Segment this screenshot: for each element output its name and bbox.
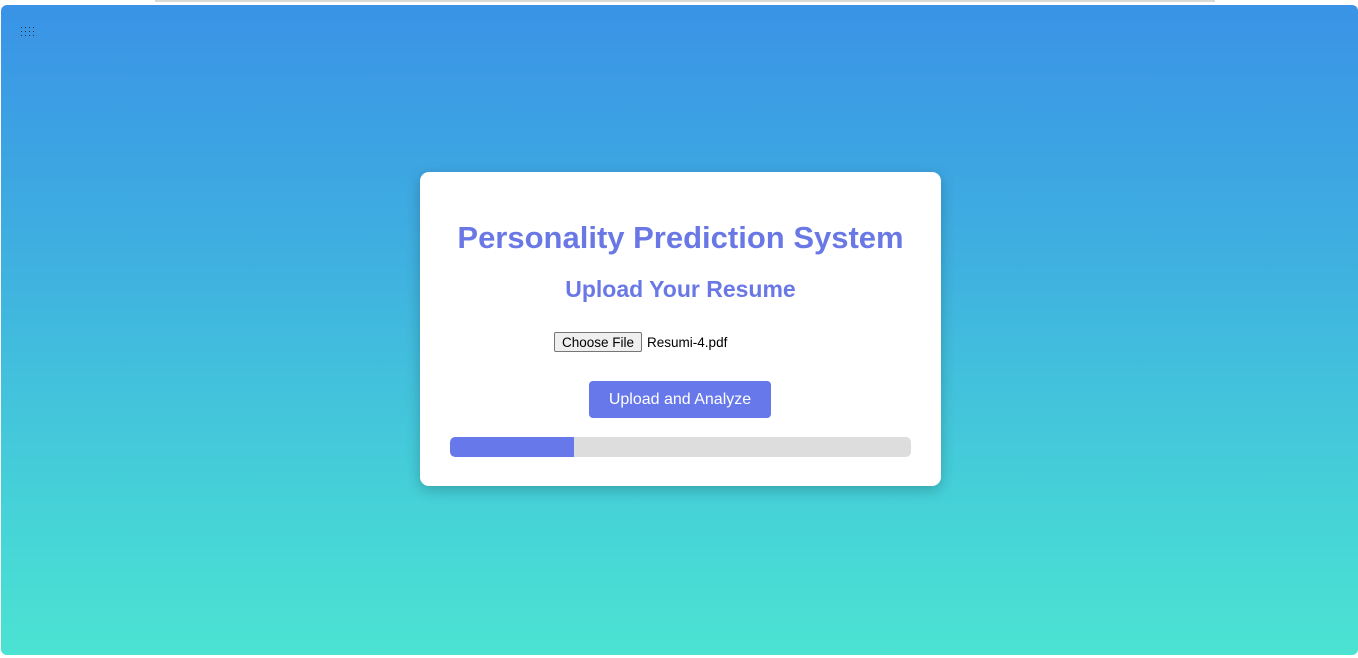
file-input[interactable]: Choose File Resumi-4.pdf	[554, 332, 727, 352]
selected-file-name: Resumi-4.pdf	[647, 334, 728, 350]
upload-and-analyze-button[interactable]: Upload and Analyze	[589, 381, 771, 418]
upload-subtitle: Upload Your Resume	[565, 276, 796, 302]
progress-bar	[450, 437, 911, 457]
upload-card: Personality Prediction System Upload You…	[420, 172, 941, 486]
page-background: Personality Prediction System Upload You…	[1, 5, 1358, 655]
browser-top-strip	[155, 0, 1215, 2]
progress-bar-fill	[450, 437, 575, 457]
choose-file-button[interactable]: Choose File	[554, 332, 643, 352]
grip-dots-icon[interactable]	[21, 27, 35, 39]
page-title: Personality Prediction System	[457, 220, 904, 255]
